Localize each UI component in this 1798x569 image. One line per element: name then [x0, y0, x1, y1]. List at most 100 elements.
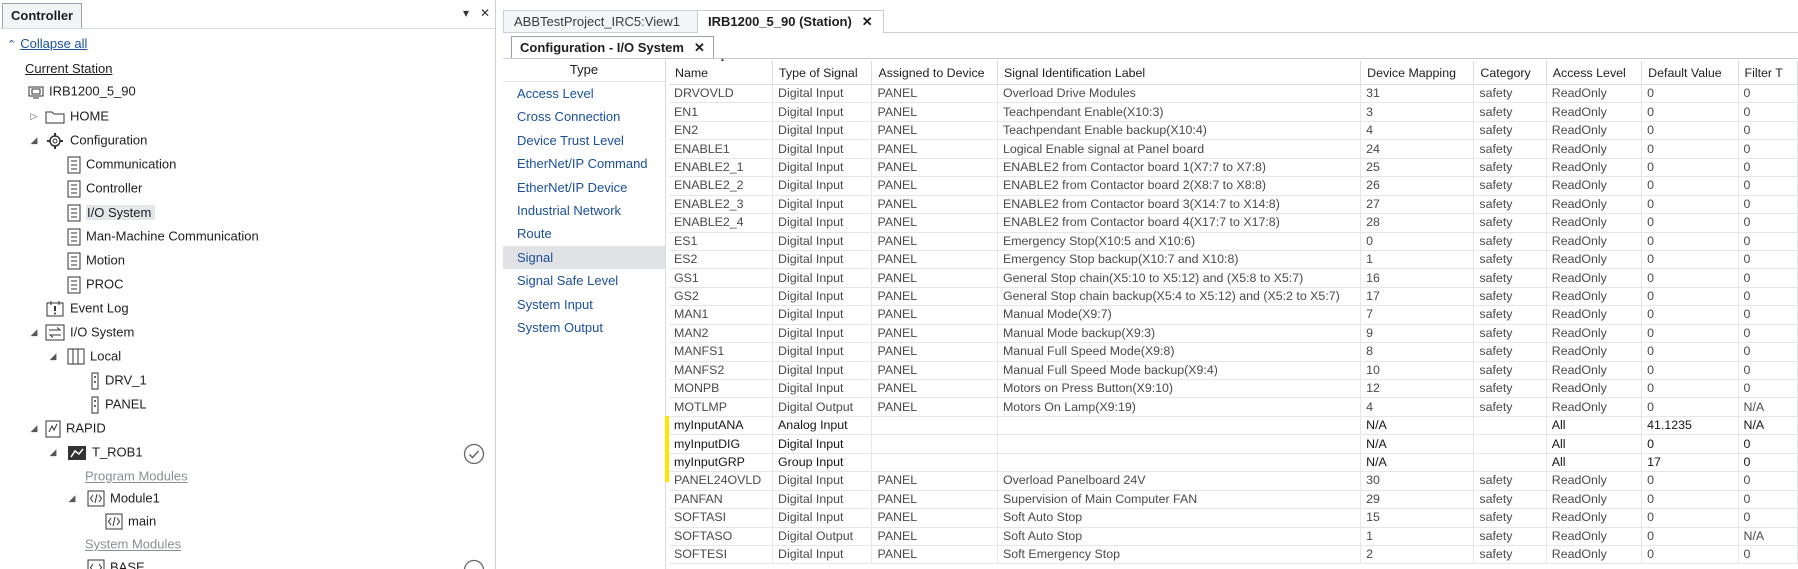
cell-signal-label[interactable]: General Stop chain(X5:10 to X5:12) and (…	[997, 268, 1362, 288]
tree-node-io-system[interactable]: I/O System	[45, 322, 134, 342]
tree-node-station[interactable]: IRB1200_5_90	[28, 81, 136, 101]
cell-filter-time[interactable]: 0	[1738, 453, 1798, 473]
column-header-filter-time[interactable]: Filter T	[1738, 61, 1798, 85]
table-row[interactable]: MAN2 Digital Input PANEL Manual Mode backup…	[669, 324, 1798, 344]
cell-name[interactable]: SOFTASO	[669, 527, 774, 546]
cell-access-level[interactable]: ReadOnly	[1546, 250, 1643, 270]
cell-signal-label[interactable]: Teachpendant Enable backup(X10:4)	[997, 121, 1362, 141]
cell-default-value[interactable]: 0	[1641, 305, 1739, 325]
cell-default-value[interactable]: 41.1235	[1641, 416, 1739, 436]
cell-signal-label[interactable]: ENABLE2 from Contactor board 2(X8:7 to X…	[997, 176, 1362, 196]
cell-device-mapping[interactable]: 17	[1360, 287, 1475, 307]
cell-name[interactable]: ES1	[669, 232, 774, 251]
cell-signal-label[interactable]: Overload Drive Modules	[997, 84, 1362, 104]
table-row[interactable]: MAN1 Digital Input PANEL Manual Mode(X9:7) 7…	[669, 305, 1798, 325]
collapse-local-icon[interactable]: ◢	[48, 346, 58, 366]
cell-assigned-device[interactable]: PANEL	[871, 195, 998, 215]
cell-assigned-device[interactable]: PANEL	[871, 305, 998, 325]
cell-assigned-device[interactable]: PANEL	[871, 232, 998, 251]
cell-assigned-device[interactable]: PANEL	[871, 397, 998, 417]
cell-access-level[interactable]: ReadOnly	[1546, 102, 1643, 122]
cell-default-value[interactable]: 0	[1641, 508, 1739, 528]
cell-name[interactable]: GS1	[669, 268, 774, 288]
cell-category[interactable]	[1473, 434, 1547, 454]
cell-default-value[interactable]: 0	[1641, 195, 1739, 215]
cell-access-level[interactable]: ReadOnly	[1546, 342, 1643, 362]
cell-filter-time[interactable]: 0	[1738, 508, 1798, 528]
cell-filter-time[interactable]: 0	[1738, 268, 1798, 288]
cell-name[interactable]: SOFTASI	[669, 508, 774, 528]
cell-signal-label[interactable]: Motors On Lamp(X9:19)	[997, 397, 1362, 417]
cell-access-level[interactable]: ReadOnly	[1546, 471, 1643, 491]
cell-filter-time[interactable]: 0	[1738, 232, 1798, 251]
cell-assigned-device[interactable]: PANEL	[871, 527, 998, 546]
table-row[interactable]: PANFAN Digital Input PANEL Supervision of M…	[669, 490, 1798, 510]
cell-access-level[interactable]: ReadOnly	[1546, 139, 1643, 159]
cell-signal-label[interactable]: ENABLE2 from Contactor board 3(X14:7 to …	[997, 195, 1362, 215]
cell-category[interactable]	[1473, 453, 1547, 473]
collapse-configuration-icon[interactable]: ◢	[29, 130, 39, 150]
cell-access-level[interactable]: ReadOnly	[1546, 397, 1643, 417]
tree-node-base[interactable]: BASE	[87, 557, 145, 569]
type-item-system-output[interactable]: System Output	[503, 316, 665, 339]
table-row[interactable]: SOFTASI Digital Input PANEL Soft Auto Stop 1…	[669, 508, 1798, 528]
cell-access-level[interactable]: ReadOnly	[1546, 305, 1643, 325]
cell-signal-label[interactable]: Overload Panelboard 24V	[997, 471, 1362, 491]
cell-filter-time[interactable]: 0	[1738, 434, 1798, 454]
type-item-signal-safe-level[interactable]: Signal Safe Level	[503, 269, 665, 292]
column-header-device-mapping[interactable]: Device Mapping	[1360, 61, 1475, 85]
cell-access-level[interactable]: ReadOnly	[1546, 527, 1643, 546]
tree-node-event-log[interactable]: Event Log	[45, 298, 129, 318]
cell-category[interactable]: safety	[1473, 250, 1547, 270]
cell-category[interactable]: safety	[1473, 527, 1547, 546]
cell-assigned-device[interactable]: PANEL	[871, 121, 998, 141]
cell-default-value[interactable]: 0	[1641, 121, 1739, 141]
table-row[interactable]: ENABLE2_3 Digital Input PANEL ENABLE2 from …	[669, 195, 1798, 215]
cell-signal-label[interactable]: Logical Enable signal at Panel board	[997, 139, 1362, 159]
cell-type-of-signal[interactable]: Digital Input	[772, 305, 873, 325]
type-list-header[interactable]: Type	[503, 59, 665, 82]
cell-name[interactable]: EN1	[669, 102, 774, 122]
cell-category[interactable]: safety	[1473, 342, 1547, 362]
cell-name[interactable]: MOTLMP	[669, 397, 774, 417]
cell-assigned-device[interactable]: PANEL	[871, 158, 998, 178]
cell-signal-label[interactable]: Emergency Stop(X10:5 and X10:6)	[997, 232, 1362, 251]
cell-device-mapping[interactable]: 15	[1360, 508, 1475, 528]
column-header-category[interactable]: Category	[1473, 61, 1547, 85]
cell-filter-time[interactable]: 0	[1738, 250, 1798, 270]
cell-type-of-signal[interactable]: Digital Output	[772, 397, 873, 417]
tree-node-panel[interactable]: PANEL	[90, 394, 147, 414]
cell-name[interactable]: myInputGRP	[669, 453, 774, 473]
cell-assigned-device[interactable]	[871, 434, 998, 454]
cell-signal-label[interactable]	[997, 416, 1362, 436]
cell-name[interactable]: ES2	[669, 250, 774, 270]
cell-access-level[interactable]: ReadOnly	[1546, 545, 1643, 565]
cell-device-mapping[interactable]: 7	[1360, 305, 1475, 325]
cell-device-mapping[interactable]: 24	[1360, 139, 1475, 159]
cell-device-mapping[interactable]: 0	[1360, 232, 1475, 251]
cell-type-of-signal[interactable]: Digital Input	[772, 379, 873, 399]
cell-filter-time[interactable]: 0	[1738, 471, 1798, 491]
table-row[interactable]: GS2 Digital Input PANEL General Stop chain …	[669, 287, 1798, 307]
table-row[interactable]: GS1 Digital Input PANEL General Stop chain(…	[669, 268, 1798, 288]
cell-name[interactable]: MAN1	[669, 305, 774, 325]
cell-access-level[interactable]: ReadOnly	[1546, 324, 1643, 344]
cell-name[interactable]: myInputDIG	[669, 434, 774, 454]
cell-name[interactable]: myInputANA	[669, 416, 774, 436]
cell-access-level[interactable]: ReadOnly	[1546, 176, 1643, 196]
table-row[interactable]: EN2 Digital Input PANEL Teachpendant Enable…	[669, 121, 1798, 141]
cell-signal-label[interactable]: Teachpendant Enable(X10:3)	[997, 102, 1362, 122]
cell-signal-label[interactable]: Manual Full Speed Mode backup(X9:4)	[997, 361, 1362, 381]
cell-name[interactable]: EN2	[669, 121, 774, 141]
cell-name[interactable]: ENABLE2_2	[669, 176, 774, 196]
cell-signal-label[interactable]: Soft Auto Stop	[997, 508, 1362, 528]
cell-filter-time[interactable]: 0	[1738, 121, 1798, 141]
cell-category[interactable]: safety	[1473, 268, 1547, 288]
cell-access-level[interactable]: ReadOnly	[1546, 287, 1643, 307]
cell-access-level[interactable]: ReadOnly	[1546, 213, 1643, 233]
cell-category[interactable]: safety	[1473, 305, 1547, 325]
cell-device-mapping[interactable]: 26	[1360, 176, 1475, 196]
cell-type-of-signal[interactable]: Digital Input	[772, 176, 873, 196]
cell-filter-time[interactable]: 0	[1738, 176, 1798, 196]
table-row[interactable]: ES2 Digital Input PANEL Emergency Stop back…	[669, 250, 1798, 270]
